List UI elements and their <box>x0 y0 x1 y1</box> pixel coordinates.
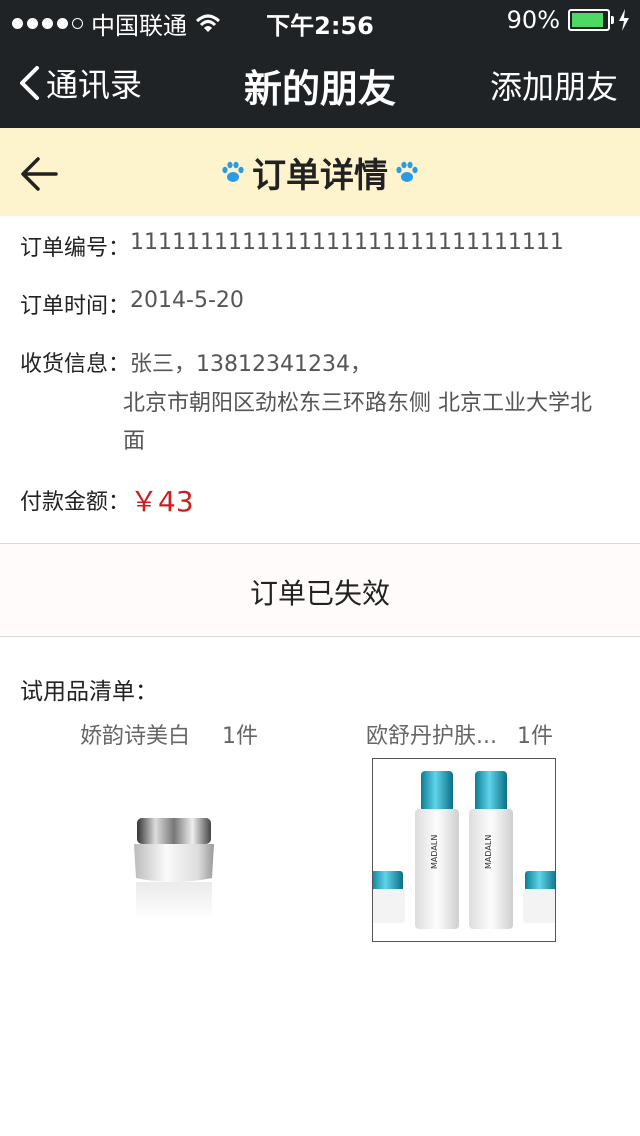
product-image[interactable] <box>92 758 274 940</box>
product-image[interactable]: MADALN MADALN <box>372 758 556 942</box>
shipping-label: 收货信息： <box>20 352 131 377</box>
product-name: 娇韵诗美白 <box>80 724 191 749</box>
product-brand-text: MADALN <box>484 835 493 869</box>
page-title: 订单详情 <box>252 156 388 196</box>
product-qty: 1件 <box>222 724 258 749</box>
trial-list-title: 试用品清单： <box>20 679 158 705</box>
top-bar: 中国联通 下午2:56 90% 通讯录 新的朋友 添加朋友 <box>0 0 640 128</box>
order-number-label: 订单编号： <box>20 236 131 261</box>
amount-value: ￥43 <box>130 485 194 518</box>
order-status-box: 订单已失效 <box>0 543 640 637</box>
order-status-text: 订单已失效 <box>249 577 390 610</box>
add-friend-button[interactable]: 添加朋友 <box>490 62 618 108</box>
paw-icon <box>222 161 244 182</box>
shipping-row: 收货信息： 张三，13812341234， <box>20 346 372 378</box>
amount-label: 付款金额： <box>20 490 131 515</box>
product-name: 欧舒丹护肤... <box>366 724 497 749</box>
amount-row: 付款金额： ￥43 <box>20 480 194 520</box>
order-time-label: 订单时间： <box>20 294 131 319</box>
page-header: 订单详情 <box>0 128 640 216</box>
status-bar: 中国联通 下午2:56 90% <box>0 0 640 40</box>
nav-bar: 通讯录 新的朋友 添加朋友 <box>0 40 640 128</box>
order-time-value: 2014-5-20 <box>130 288 244 313</box>
page-title-wrap: 订单详情 <box>0 148 640 197</box>
order-number-value: 1111111111111111111111111111111 <box>130 230 564 255</box>
shipping-contact: 张三，13812341234， <box>130 352 372 377</box>
charging-icon <box>619 9 629 31</box>
product-brand-text: MADALN <box>430 835 439 869</box>
battery-icon <box>568 9 614 31</box>
battery-percent: 90% <box>506 6 560 34</box>
order-time-row: 订单时间： 2014-5-20 <box>20 288 244 320</box>
product-qty: 1件 <box>517 724 553 749</box>
shipping-address: 北京市朝阳区劲松东三环路东侧 北京工业大学北面 <box>123 391 592 454</box>
order-number-row: 订单编号： 1111111111111111111111111111111 <box>20 230 564 262</box>
paw-icon <box>396 161 418 182</box>
status-right: 90% <box>507 6 630 34</box>
